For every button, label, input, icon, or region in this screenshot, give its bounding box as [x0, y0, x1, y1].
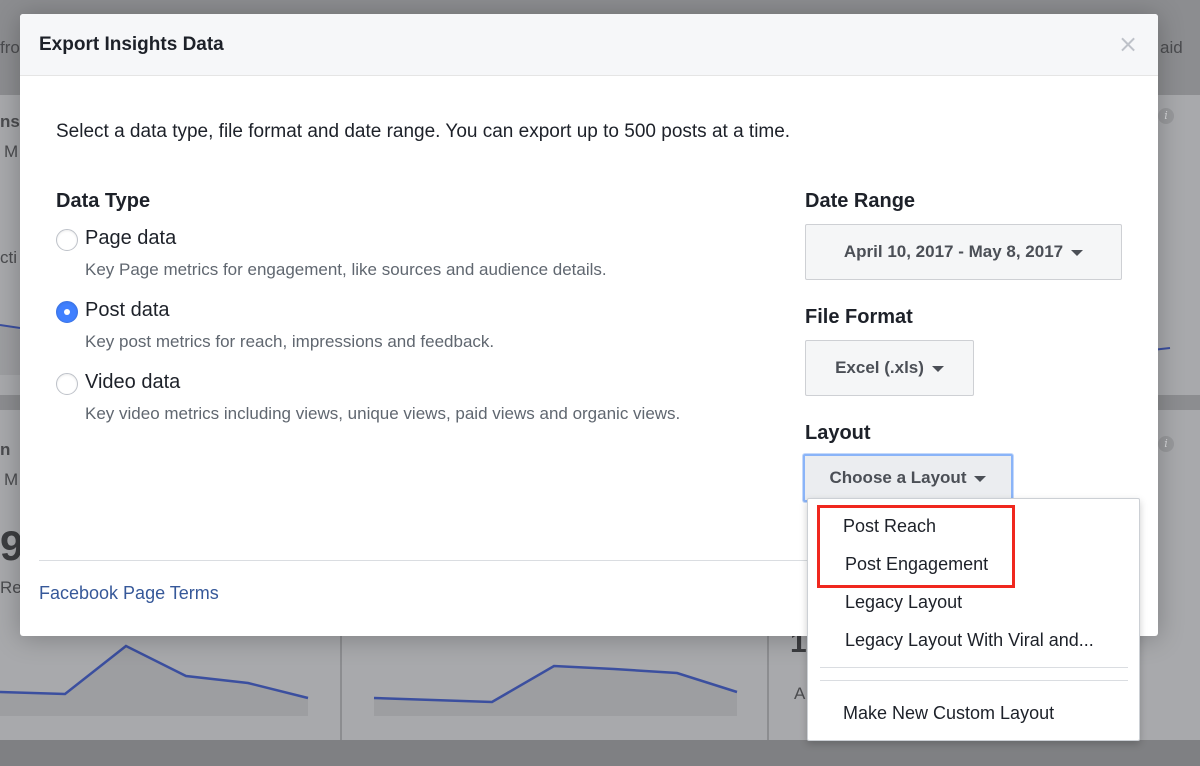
post-data-radio[interactable]: [56, 301, 78, 323]
video-data-radio[interactable]: [56, 373, 78, 395]
dialog-title: Export Insights Data: [39, 34, 224, 55]
background-text: ns: [0, 112, 20, 131]
date-range-select[interactable]: April 10, 2017 - May 8, 2017: [805, 224, 1122, 280]
background-text: n: [0, 440, 11, 459]
info-icon: i: [1158, 436, 1174, 452]
option-label: Page data: [85, 227, 177, 249]
background-chart: [373, 664, 738, 716]
option-description: Key post metrics for reach, impressions …: [85, 332, 495, 351]
menu-divider: [820, 680, 1128, 681]
menu-item-post-reach[interactable]: Post Reach: [808, 508, 1139, 544]
close-icon[interactable]: ×: [1116, 30, 1140, 58]
background-text: aid: [1160, 38, 1183, 57]
date-range-heading: Date Range: [805, 190, 916, 212]
menu-item-legacy-layout[interactable]: Legacy Layout: [808, 584, 1139, 620]
chevron-down-icon: [974, 476, 987, 482]
date-range-value: April 10, 2017 - May 8, 2017: [843, 242, 1064, 261]
file-format-value: Excel (.xls): [835, 358, 924, 377]
layout-heading: Layout: [805, 422, 871, 444]
option-label: Video data: [85, 371, 181, 393]
chevron-down-icon: [1071, 250, 1084, 256]
layout-dropdown-menu: Post Reach Post Engagement Legacy Layout…: [807, 498, 1140, 741]
background-text: fro: [0, 38, 20, 57]
file-format-heading: File Format: [805, 306, 913, 328]
facebook-page-terms-link[interactable]: Facebook Page Terms: [39, 583, 219, 604]
background-text: Re: [0, 578, 22, 597]
layout-value: Choose a Layout: [829, 468, 967, 487]
page-data-radio[interactable]: [56, 229, 78, 251]
chevron-down-icon: [931, 366, 944, 372]
data-type-heading: Data Type: [56, 190, 151, 212]
dialog-header: Export Insights Data ×: [20, 14, 1158, 76]
menu-item-legacy-layout-viral[interactable]: Legacy Layout With Viral and...: [808, 622, 1139, 658]
menu-item-post-engagement[interactable]: Post Engagement: [808, 546, 1139, 582]
menu-item-new-custom-layout[interactable]: Make New Custom Layout: [808, 695, 1139, 731]
dialog-instructions: Select a data type, file format and date…: [56, 121, 791, 142]
option-description: Key Page metrics for engagement, like so…: [85, 260, 607, 279]
background-text: M: [4, 470, 19, 489]
background-text: A: [794, 684, 806, 703]
background-strip: [0, 740, 1200, 766]
background-text: cti: [0, 248, 17, 267]
option-description: Key video metrics including views, uniqu…: [85, 404, 681, 423]
menu-divider: [820, 667, 1128, 668]
info-icon: i: [1158, 108, 1174, 124]
file-format-select[interactable]: Excel (.xls): [805, 340, 974, 396]
option-label: Post data: [85, 299, 170, 321]
background-text: M: [4, 142, 19, 161]
background-chart: [0, 644, 309, 716]
layout-select[interactable]: Choose a Layout: [803, 454, 1013, 502]
